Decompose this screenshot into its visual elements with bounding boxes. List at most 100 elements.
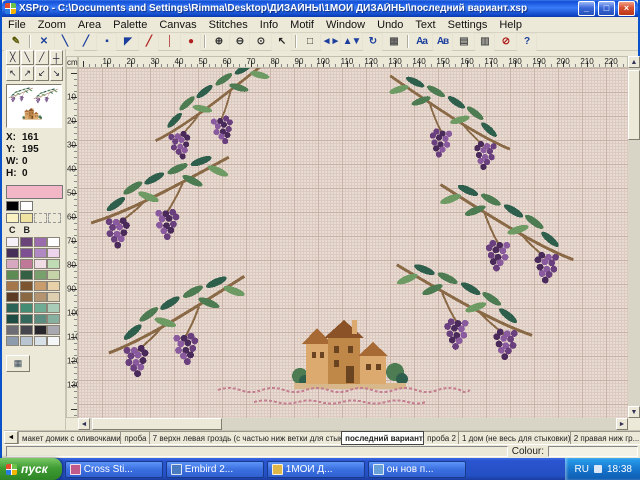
export-motif-button[interactable]: ▥	[474, 33, 495, 51]
help-tool[interactable]: ?	[516, 33, 537, 51]
grid-toggle[interactable]: ▦	[383, 33, 404, 51]
start-button[interactable]: пуск	[0, 458, 62, 480]
palette-swatch[interactable]	[47, 336, 60, 346]
delete-tool[interactable]: ⊘	[495, 33, 516, 51]
menu-item[interactable]: Info	[254, 19, 284, 31]
scroll-down-button[interactable]: ▼	[628, 406, 640, 418]
select-tool[interactable]: □	[299, 33, 320, 51]
palette-swatch[interactable]	[6, 213, 19, 223]
palette-swatch[interactable]	[20, 270, 33, 280]
palette-grid-button[interactable]: ▦	[6, 355, 30, 372]
pattern-tab[interactable]: макет домик с оливочками	[18, 431, 121, 445]
empty-swatch[interactable]	[48, 213, 61, 223]
menu-item[interactable]: File	[2, 19, 32, 31]
pattern-tab[interactable]: 2 правая ниж гр...	[570, 431, 640, 445]
clock[interactable]: 18:38	[607, 464, 632, 475]
vertical-scrollbar[interactable]: ▲ ▼	[628, 56, 640, 418]
menu-item[interactable]: Window	[320, 19, 371, 31]
flip-horizontal-tool[interactable]: ◄►	[320, 33, 341, 51]
palette-swatch[interactable]	[6, 237, 19, 247]
task-folder[interactable]: 1МОИ Д...	[267, 461, 365, 478]
menu-item[interactable]: Area	[72, 19, 107, 31]
palette-swatch[interactable]	[47, 237, 60, 247]
palette-swatch[interactable]	[6, 314, 19, 324]
palette-swatch[interactable]	[47, 281, 60, 291]
scroll-up-button[interactable]: ▲	[628, 56, 640, 68]
stitch-dir-forward[interactable]: ╱	[35, 50, 49, 65]
pattern-tab[interactable]: 1 дом (не весь для стыковки)	[458, 431, 571, 445]
stitch-dir-cross[interactable]: ╳	[6, 50, 20, 65]
palette-swatch[interactable]	[6, 248, 19, 258]
palette-swatch[interactable]	[6, 281, 19, 291]
pencil-tool[interactable]: ✎	[5, 33, 26, 51]
horizontal-scrollbar[interactable]: ◄ ►	[78, 418, 628, 430]
palette-swatch[interactable]	[20, 248, 33, 258]
menu-item[interactable]: Zoom	[32, 19, 72, 31]
palette-swatch[interactable]	[20, 336, 33, 346]
language-indicator[interactable]: RU	[575, 464, 589, 475]
palette-swatch[interactable]	[6, 292, 19, 302]
french-knot-tool[interactable]: ●	[180, 33, 201, 51]
palette-swatch[interactable]	[34, 336, 47, 346]
palette-swatch[interactable]	[6, 270, 19, 280]
minimize-button[interactable]: _	[578, 1, 595, 16]
pattern-tab[interactable]: проба 2	[423, 431, 459, 445]
horizontal-scroll-thumb[interactable]	[92, 418, 222, 430]
rotate-tool[interactable]: ↻	[362, 33, 383, 51]
title-bar[interactable]: XSPro - C:\Documents and Settings\Rimma\…	[2, 0, 638, 17]
palette-swatch[interactable]	[20, 237, 33, 247]
palette-swatch[interactable]	[20, 281, 33, 291]
text-tool[interactable]: Aa	[411, 33, 432, 51]
straight-stitch-tool[interactable]: │	[159, 33, 180, 51]
dir-up-right[interactable]: ↗	[21, 66, 35, 81]
menu-item[interactable]: Settings	[442, 19, 494, 31]
palette-swatch[interactable]	[47, 248, 60, 258]
palette-swatch[interactable]	[34, 248, 47, 258]
pattern-tab[interactable]: последний вариант	[341, 431, 424, 445]
tray-volume-icon[interactable]	[594, 465, 602, 473]
zoom-area-tool[interactable]: ⊙	[250, 33, 271, 51]
pattern-tab[interactable]: проба	[120, 431, 149, 445]
pointer-tool[interactable]: ↖	[271, 33, 292, 51]
palette-swatch[interactable]	[47, 270, 60, 280]
palette-swatch[interactable]	[20, 292, 33, 302]
palette-swatch[interactable]	[6, 201, 19, 211]
palette-swatch[interactable]	[34, 292, 47, 302]
dir-down-right[interactable]: ↘	[50, 66, 64, 81]
palette-swatch[interactable]	[6, 303, 19, 313]
task-embird[interactable]: Embird 2...	[166, 461, 264, 478]
close-button[interactable]: ×	[618, 1, 635, 16]
palette-swatch[interactable]	[20, 259, 33, 269]
backstitch-tool[interactable]: ╱	[138, 33, 159, 51]
tabs-scroll-left-button[interactable]: ◄	[4, 431, 18, 444]
pattern-preview[interactable]	[6, 84, 62, 128]
stitch-dir-back[interactable]: ╲	[21, 50, 35, 65]
menu-item[interactable]: Canvas	[153, 19, 202, 31]
palette-swatch[interactable]	[20, 201, 33, 211]
palette-swatch[interactable]	[47, 325, 60, 335]
full-stitch-tool[interactable]: ✕	[33, 33, 54, 51]
vertical-scroll-thumb[interactable]	[628, 70, 640, 140]
palette-swatch[interactable]	[34, 325, 47, 335]
zoom-in-tool[interactable]: ⊕	[208, 33, 229, 51]
three-quarter-stitch-tool[interactable]: ◤	[117, 33, 138, 51]
palette-swatch[interactable]	[47, 259, 60, 269]
palette-swatch[interactable]	[20, 303, 33, 313]
task-document[interactable]: он нов п...	[368, 461, 466, 478]
blend-mode-label[interactable]: B	[24, 225, 31, 236]
palette-swatch[interactable]	[20, 325, 33, 335]
half-stitch-back-tool[interactable]: ╲	[54, 33, 75, 51]
palette-swatch[interactable]	[34, 303, 47, 313]
zoom-out-tool[interactable]: ⊖	[229, 33, 250, 51]
scroll-left-button[interactable]: ◄	[78, 418, 90, 430]
menu-item[interactable]: Help	[493, 19, 528, 31]
task-cross-stitch[interactable]: Cross Sti...	[65, 461, 163, 478]
flip-vertical-tool[interactable]: ▲▼	[341, 33, 362, 51]
palette-swatch[interactable]	[6, 336, 19, 346]
menu-item[interactable]: Undo	[371, 19, 409, 31]
palette-swatch[interactable]	[20, 314, 33, 324]
current-color-swatch[interactable]	[6, 185, 63, 199]
menu-item[interactable]: Stitches	[203, 19, 254, 31]
palette-swatch[interactable]	[47, 314, 60, 324]
stitch-dir-plus[interactable]: ┼	[50, 50, 64, 65]
